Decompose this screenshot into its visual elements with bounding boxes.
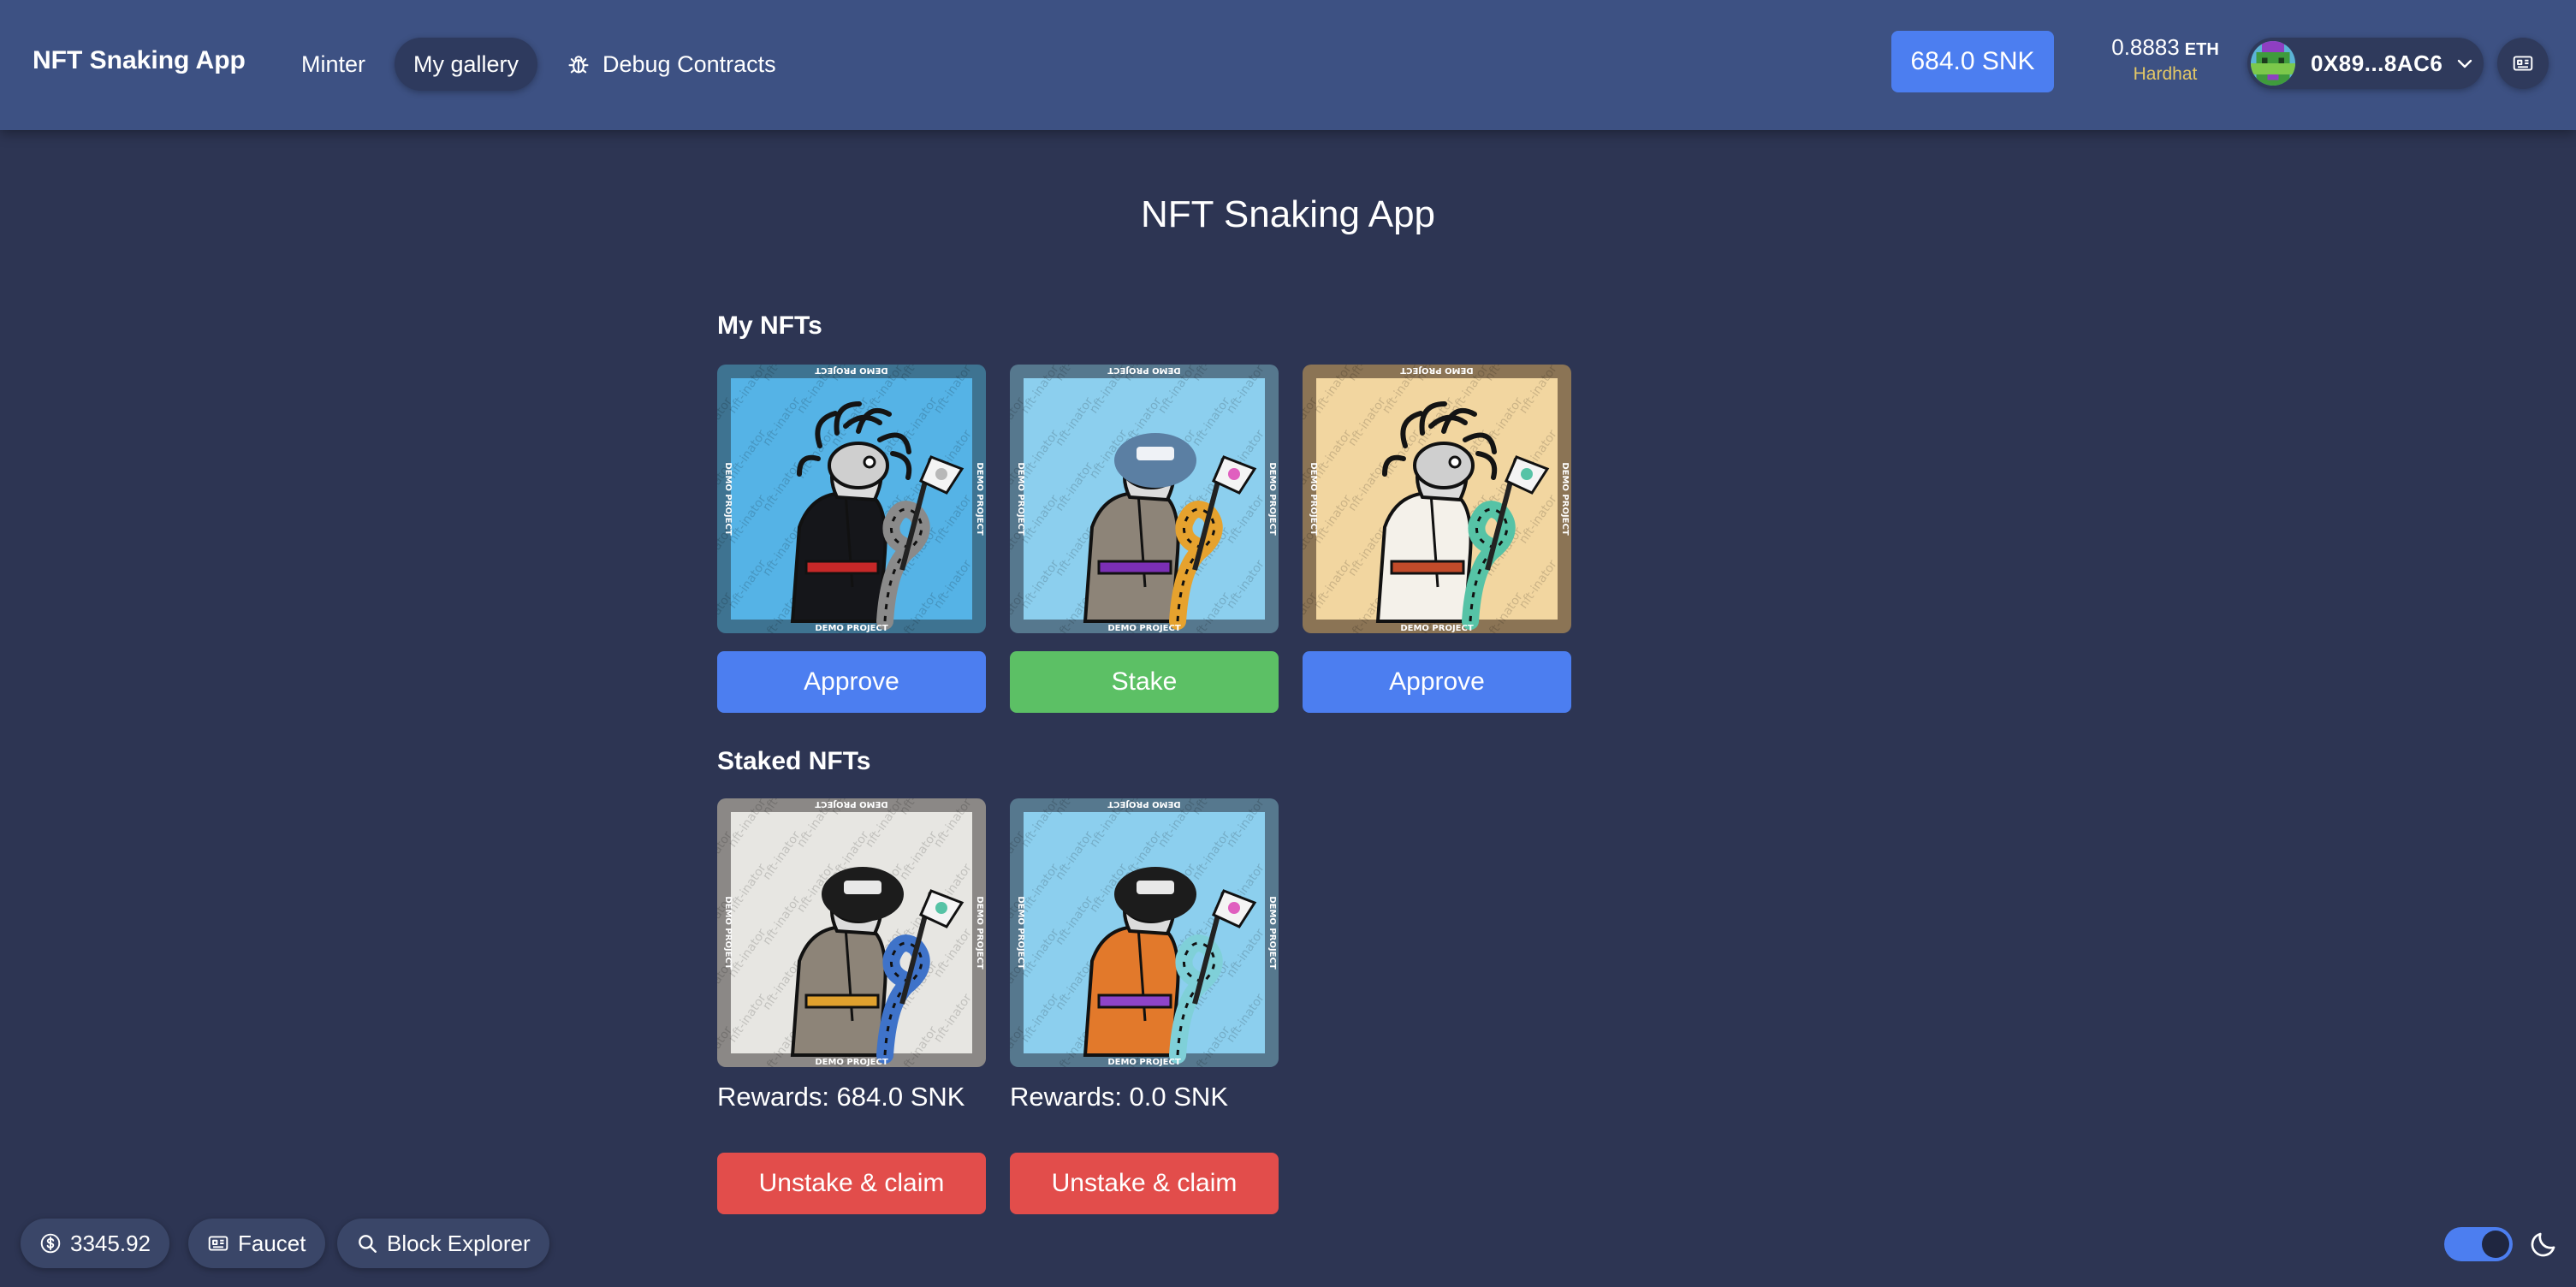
account-avatar [2251,41,2295,86]
eth-unit: ETH [2184,40,2219,59]
qr-code-button[interactable] [2497,38,2549,89]
toggle-knob [2482,1231,2509,1258]
search-icon [359,1235,377,1253]
nav-debug-label: Debug Contracts [602,51,776,77]
svg-text:DEMO PROJECT: DEMO PROJECT [975,462,984,535]
svg-text:DEMO PROJECT: DEMO PROJECT [1107,624,1180,633]
faucet-button[interactable]: Faucet [188,1219,325,1268]
app-root: NFT Snaking App Minter My gallery Debug … [0,0,2576,1287]
eth-price-pill[interactable]: 3345.92 [21,1219,169,1268]
eth-price-value: 3345.92 [70,1230,151,1256]
svg-text:DEMO PROJECT: DEMO PROJECT [1560,462,1570,535]
svg-text:DEMO PROJECT: DEMO PROJECT [1267,462,1277,535]
chevron-down-icon [2458,59,2472,68]
svg-text:DEMO PROJECT: DEMO PROJECT [1267,896,1277,969]
svg-text:DEMO PROJECT: DEMO PROJECT [1107,365,1180,375]
moon-icon [2531,1232,2555,1257]
staked-nfts-heading: Staked NFTs [717,747,871,775]
staked-nft-image: nft-inator nft-inator nft-inator nft-inator… [1010,798,1279,1067]
my-nfts-heading: My NFTs [717,311,822,340]
svg-text:DEMO PROJECT: DEMO PROJECT [1400,365,1473,375]
svg-text:DEMO PROJECT: DEMO PROJECT [815,365,887,375]
svg-text:DEMO PROJECT: DEMO PROJECT [815,624,887,633]
account-address: 0X89...8AC6 [2311,50,2443,76]
debug-bug-icon [568,56,589,74]
unstake-claim-button[interactable]: Unstake & claim [1010,1153,1279,1214]
eth-amount: 0.8883 [2111,34,2180,60]
svg-text:DEMO PROJECT: DEMO PROJECT [723,462,733,535]
svg-text:DEMO PROJECT: DEMO PROJECT [1016,896,1025,969]
faucet-icon [208,1236,229,1251]
svg-text:DEMO PROJECT: DEMO PROJECT [1309,462,1318,535]
approve-button[interactable]: Approve [717,651,986,713]
dollar-icon [40,1233,61,1254]
nav-debug-contracts[interactable]: Debug Contracts [548,38,795,91]
svg-text:DEMO PROJECT: DEMO PROJECT [1107,1058,1180,1067]
faucet-label: Faucet [238,1230,306,1256]
dark-mode-toggle[interactable] [2444,1227,2513,1261]
nft-image: nft-inator nft-inator nft-inator nft-inator… [1010,365,1279,633]
svg-text:DEMO PROJECT: DEMO PROJECT [815,799,887,809]
stake-button[interactable]: Stake [1010,651,1279,713]
svg-text:DEMO PROJECT: DEMO PROJECT [1016,462,1025,535]
eth-balance: 0.8883 ETH Hardhat [2097,34,2234,85]
svg-text:DEMO PROJECT: DEMO PROJECT [975,896,984,969]
unstake-claim-button[interactable]: Unstake & claim [717,1153,986,1214]
account-dropdown[interactable]: 0X89...8AC6 [2247,38,2484,89]
nav-my-gallery[interactable]: My gallery [395,38,538,91]
nft-image: nft-inator nft-inator nft-inator nft-inator… [1303,365,1571,633]
page-title: NFT Snaking App [1140,193,1436,235]
staked-nft-image: nft-inator nft-inator nft-inator nft-inator… [717,798,986,1067]
svg-text:DEMO PROJECT: DEMO PROJECT [723,896,733,969]
top-navbar: NFT Snaking App Minter My gallery Debug … [0,0,2576,130]
svg-text:DEMO PROJECT: DEMO PROJECT [1400,624,1473,633]
snk-balance-badge[interactable]: 684.0 SNK [1891,31,2054,92]
svg-text:DEMO PROJECT: DEMO PROJECT [1107,799,1180,809]
block-explorer-button[interactable]: Block Explorer [337,1219,549,1268]
approve-button[interactable]: Approve [1303,651,1571,713]
network-name: Hardhat [2133,64,2198,84]
nft-image: nft-inator nft-inator nft-inator nft-inator… [717,365,986,633]
svg-text:DEMO PROJECT: DEMO PROJECT [815,1058,887,1067]
app-brand[interactable]: NFT Snaking App [33,46,246,75]
rewards-label: Rewards: 684.0 SNK [717,1082,965,1112]
block-explorer-label: Block Explorer [387,1230,531,1256]
nav-minter[interactable]: Minter [282,38,384,91]
qr-code-icon [2513,56,2533,71]
rewards-label: Rewards: 0.0 SNK [1010,1082,1228,1112]
